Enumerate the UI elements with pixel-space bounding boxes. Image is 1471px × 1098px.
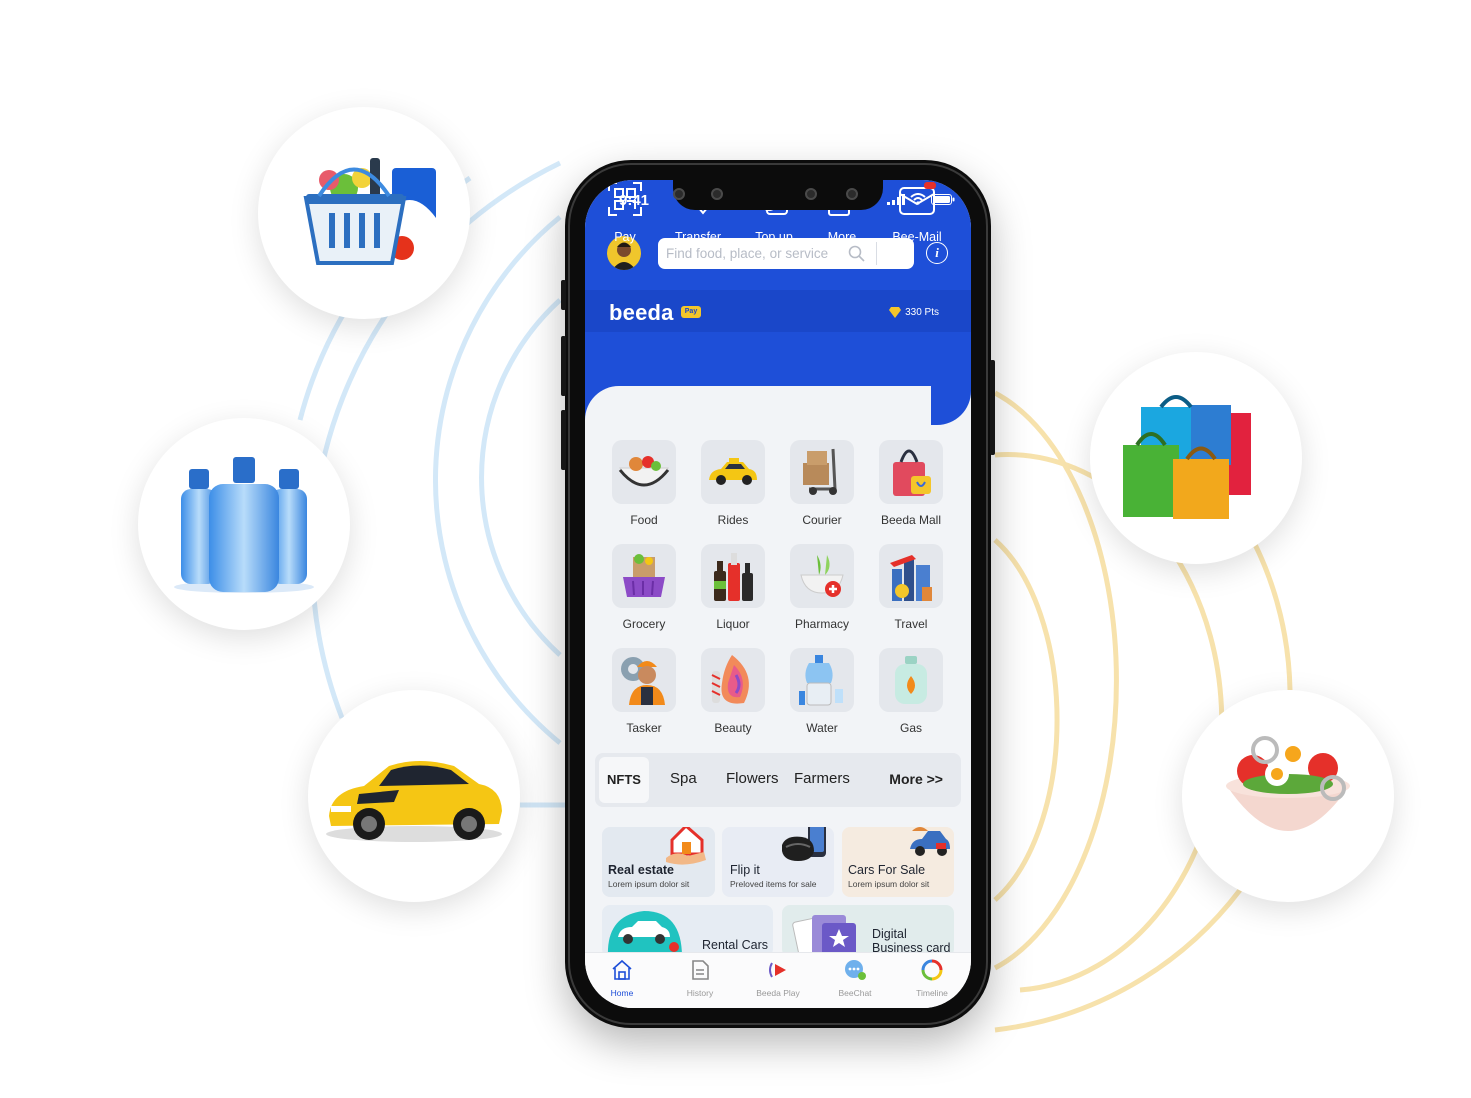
card-rental-cars[interactable]: Rental Cars: [602, 905, 773, 957]
service-beauty[interactable]: Beauty: [693, 648, 773, 735]
card-flip-it[interactable]: Flip it Preloved items for sale: [722, 827, 834, 897]
chip-farmers[interactable]: Farmers: [794, 770, 850, 787]
points-balance[interactable]: 330 Pts: [889, 307, 939, 318]
service-travel[interactable]: Travel: [871, 544, 951, 631]
app-screen: 9:41 i beeda Pay 330 Pts Pay Tr: [585, 180, 971, 1008]
wifi-icon: [910, 193, 926, 205]
liquor-bottles-icon: [714, 553, 753, 601]
vr-phone-icon: [782, 827, 826, 861]
tab-beeda-play[interactable]: Beeda Play: [743, 959, 813, 998]
chip-nfts[interactable]: NFTS: [599, 757, 649, 803]
points-text: 330 Pts: [905, 307, 939, 318]
car-sale-icon: [910, 827, 950, 856]
travel-icon: [890, 555, 932, 601]
salad-bowl-illustration: [1182, 690, 1394, 902]
chips-more-link[interactable]: More >>: [889, 771, 943, 787]
service-rides[interactable]: Rides: [693, 440, 773, 527]
shopping-bags-illustration: [1090, 352, 1302, 564]
bottom-tab-bar: Home History Beeda Play BeeChat Timeline: [585, 952, 971, 1008]
action-bee-mail[interactable]: Bee-Mail: [881, 180, 953, 244]
status-time: 9:41: [619, 192, 650, 209]
chip-flowers[interactable]: Flowers: [726, 770, 779, 787]
chat-icon: [845, 960, 866, 980]
action-pay[interactable]: Pay: [589, 180, 661, 244]
tab-beechat[interactable]: BeeChat: [820, 959, 890, 998]
house-hand-icon: [666, 827, 706, 865]
service-water[interactable]: Water: [782, 648, 862, 735]
battery-icon: [931, 193, 955, 205]
category-chips: NFTS Spa Flowers Farmers More >>: [595, 753, 961, 807]
water-cooler-icon: [799, 655, 843, 706]
home-icon: [612, 959, 632, 980]
grocery-basket-illustration: [258, 107, 470, 319]
info-icon[interactable]: i: [926, 242, 948, 264]
grocery-basket-icon: [623, 554, 665, 597]
play-icon: [769, 962, 786, 978]
phone-frame: 9:41 i beeda Pay 330 Pts Pay Tr: [561, 160, 995, 1028]
card-cars-for-sale[interactable]: Cars For Sale Lorem ipsum dolor sit: [842, 827, 954, 897]
chip-spa[interactable]: Spa: [670, 770, 697, 787]
service-courier[interactable]: Courier: [782, 440, 862, 527]
signal-icon: [887, 193, 905, 205]
history-icon: [692, 960, 709, 980]
service-beeda-mall[interactable]: Beeda Mall: [871, 440, 951, 527]
tasker-worker-icon: [621, 657, 665, 705]
timeline-icon: [921, 959, 943, 981]
sports-car-illustration: [308, 690, 520, 902]
card-real-estate[interactable]: Real estate Lorem ipsum dolor sit: [602, 827, 715, 897]
food-bowl-icon: [618, 456, 670, 487]
notch: [673, 180, 883, 210]
gas-cylinder-icon: [895, 656, 927, 704]
service-grocery[interactable]: Grocery: [604, 544, 684, 631]
pay-badge: Pay: [681, 306, 701, 318]
tab-timeline[interactable]: Timeline: [897, 959, 967, 998]
search-icon[interactable]: [848, 245, 865, 262]
tab-home[interactable]: Home: [587, 959, 657, 998]
water-bottles-illustration: [138, 418, 350, 630]
pharmacy-icon: [800, 555, 844, 597]
service-tasker[interactable]: Tasker: [604, 648, 684, 735]
diamond-icon: [889, 307, 902, 318]
service-gas[interactable]: Gas: [871, 648, 951, 735]
taxi-icon: [709, 458, 757, 485]
courier-cart-icon: [803, 448, 837, 495]
card-digital-business-card[interactable]: Digital Business card: [782, 905, 954, 957]
shopping-bag-icon: [893, 449, 931, 496]
service-liquor[interactable]: Liquor: [693, 544, 773, 631]
beeda-logo: beeda: [609, 300, 674, 325]
service-food[interactable]: Food: [604, 440, 684, 527]
status-icons: [887, 193, 955, 205]
service-pharmacy[interactable]: Pharmacy: [782, 544, 862, 631]
rental-car-icon: [607, 911, 682, 957]
tab-history[interactable]: History: [665, 959, 735, 998]
business-card-icon: [792, 915, 856, 957]
beauty-icon: [711, 655, 749, 704]
